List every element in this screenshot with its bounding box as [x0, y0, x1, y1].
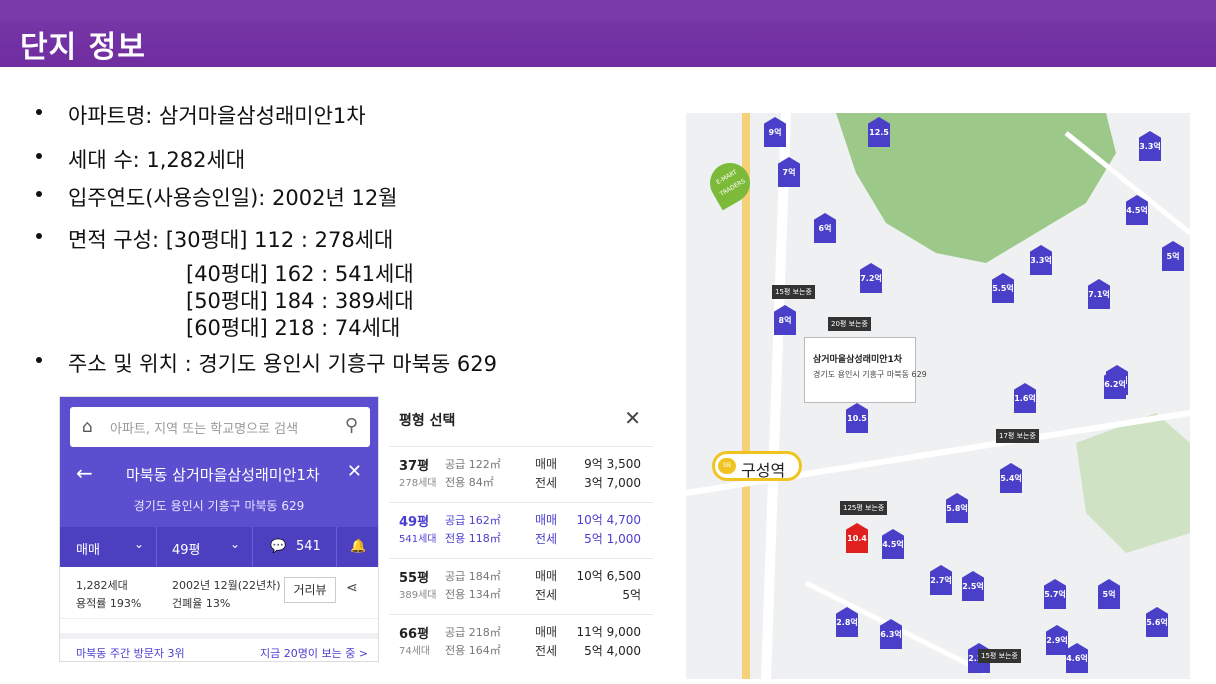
size-exclusive: 전용 84㎡	[445, 476, 494, 489]
area-row-50: [50평대] 184 : 389세대	[186, 289, 414, 313]
bullet-dot	[36, 233, 42, 239]
size-row-selected[interactable]: 49평 공급 162㎡ 541세대 전용 118㎡ 매매 전세 10억 4,70…	[389, 502, 653, 558]
station-label[interactable]: SB 구성역	[712, 451, 802, 481]
map-callout[interactable]: 삼거마을삼성래미안1차 경기도 용인시 기흥구 마북동 629	[804, 337, 927, 403]
sale-price: 10억 6,500	[576, 569, 641, 583]
filter-size[interactable]: 49평	[172, 539, 201, 558]
size-pyeong: 55평	[399, 571, 430, 586]
chevron-down-icon[interactable]: ⌄	[134, 537, 144, 551]
apt-address: 경기도 용인시 기흥구 마북동 629	[133, 499, 305, 513]
station-name: 구성역	[741, 461, 786, 480]
search-icon[interactable]: ⚲	[345, 415, 358, 436]
sale-label: 매매	[535, 569, 558, 583]
size-hh: 278세대	[399, 478, 437, 489]
jeonse-label: 전세	[535, 532, 558, 546]
size-row[interactable]: 66평 공급 218㎡ 74세대 전용 164㎡ 매매 전세 11억 9,000…	[389, 614, 653, 670]
divider	[336, 527, 337, 567]
jeonse-label: 전세	[535, 476, 558, 490]
apt-name-text: 아파트명: 삼거마을삼성래미안1차	[68, 104, 366, 128]
divider	[252, 527, 253, 567]
size-row[interactable]: 37평 공급 122㎡ 278세대 전용 84㎡ 매매 전세 9억 3,500 …	[389, 446, 653, 502]
apt-summary: 1,282세대 용적률 193% 2002년 12월(22년차) 건폐율 13%…	[60, 567, 378, 619]
visitor-bar: 마북동 주간 방문자 3위 지금 20명이 보는 중 >	[60, 633, 378, 661]
viewing-now-link[interactable]: 지금 20명이 보는 중 >	[260, 645, 368, 661]
sale-label: 매매	[535, 625, 558, 639]
close-icon[interactable]: ✕	[624, 406, 641, 430]
viewing-tag: 17평 보는중	[996, 429, 1039, 443]
size-hh: 541세대	[399, 534, 437, 545]
header-band	[0, 0, 1216, 20]
viewing-tag: 15평 보는중	[978, 649, 1021, 663]
hh-count: 1,282세대	[76, 579, 128, 592]
size-pyeong: 37평	[399, 459, 430, 474]
search-bar[interactable]: ⌂ 아파트, 지역 또는 학교명으로 검색 ⚲	[70, 407, 370, 447]
filter-trade[interactable]: 매매	[76, 539, 100, 558]
sale-label: 매매	[535, 457, 558, 471]
built-year: 2002년 12월(22년차)	[172, 579, 281, 592]
slide-title: 단지 정보	[20, 30, 146, 65]
chevron-down-icon[interactable]: ⌄	[230, 537, 240, 551]
size-hh: 389세대	[399, 590, 437, 601]
area-row-40: [40평대] 162 : 541세대	[186, 262, 414, 286]
size-select-panel: 평형 선택 ✕ 37평 공급 122㎡ 278세대 전용 84㎡ 매매 전세 9…	[389, 396, 653, 666]
comment-count[interactable]: 541	[296, 539, 321, 554]
search-input[interactable]: 아파트, 지역 또는 학교명으로 검색	[110, 418, 298, 437]
home-icon[interactable]: ⌂	[82, 417, 93, 437]
jeonse-label: 전세	[535, 644, 558, 658]
far: 용적률 193%	[76, 597, 142, 610]
size-exclusive: 전용 134㎡	[445, 588, 501, 601]
size-pyeong: 66평	[399, 627, 430, 642]
viewing-tag: 20평 보는중	[828, 317, 871, 331]
back-arrow-icon[interactable]: ←	[76, 461, 93, 485]
sale-label: 매매	[535, 513, 558, 527]
jeonse-price: 5억 4,000	[584, 644, 641, 658]
app-header: ⌂ 아파트, 지역 또는 학교명으로 검색 ⚲ ← 마북동 삼거마을삼성래미안1…	[60, 397, 378, 527]
location-map[interactable]: E-MART TRADERS 삼거마을삼성래미안1차 경기도 용인시 기흥구 마…	[686, 113, 1190, 679]
subway-icon: SB	[718, 458, 736, 474]
bullet-dot	[36, 109, 42, 115]
size-supply: 공급 218㎡	[445, 626, 501, 639]
address-text: 주소 및 위치 : 경기도 용인시 기흥구 마북동 629	[68, 352, 497, 376]
bullet-dot	[36, 357, 42, 363]
divider	[156, 527, 157, 567]
panel-title: 평형 선택	[399, 413, 456, 429]
area-row-60: [60평대] 218 : 74세대	[186, 316, 401, 340]
visitor-rank: 마북동 주간 방문자 3위	[76, 647, 185, 660]
jeonse-label: 전세	[535, 588, 558, 602]
size-exclusive: 전용 164㎡	[445, 644, 501, 657]
size-hh: 74세대	[399, 646, 431, 657]
size-row[interactable]: 55평 공급 184㎡ 389세대 전용 134㎡ 매매 전세 10억 6,50…	[389, 558, 653, 614]
bullet-dot	[36, 153, 42, 159]
size-pyeong: 49평	[399, 515, 430, 530]
sale-price: 10억 4,700	[576, 513, 641, 527]
bell-icon[interactable]: 🔔	[350, 539, 366, 554]
street-view-button[interactable]: 거리뷰	[284, 577, 336, 603]
jeonse-price: 5억	[622, 588, 641, 602]
move-in-text: 입주연도(사용승인일): 2002년 12월	[68, 186, 398, 210]
households-text: 세대 수: 1,282세대	[68, 148, 246, 172]
real-estate-app-panel: ⌂ 아파트, 지역 또는 학교명으로 검색 ⚲ ← 마북동 삼거마을삼성래미안1…	[59, 396, 379, 662]
apt-title: 마북동 삼거마을삼성래미안1차	[126, 466, 320, 484]
jeonse-price: 5억 1,000	[584, 532, 641, 546]
sale-price: 11억 9,000	[576, 625, 641, 639]
sale-price: 9억 3,500	[584, 457, 641, 471]
size-exclusive: 전용 118㎡	[445, 532, 501, 545]
filter-bar: 매매 ⌄ 49평 ⌄ 💬 541 🔔	[60, 527, 378, 567]
slide-header: 단지 정보	[0, 0, 1216, 67]
viewing-tag: 125평 보는중	[840, 501, 888, 515]
share-icon[interactable]: ⋖	[346, 580, 358, 596]
viewing-tag: 15평 보는중	[772, 285, 815, 299]
comment-icon[interactable]: 💬	[270, 539, 286, 554]
callout-address: 경기도 용인시 기흥구 마북동 629	[813, 370, 927, 379]
area-head-text: 면적 구성: [30평대] 112 : 278세대	[68, 228, 394, 252]
size-supply: 공급 122㎡	[445, 458, 501, 471]
jeonse-price: 3억 7,000	[584, 476, 641, 490]
bcr: 건폐율 13%	[172, 597, 231, 610]
bullet-dot	[36, 191, 42, 197]
callout-title: 삼거마을삼성래미안1차	[813, 355, 903, 365]
size-supply: 공급 162㎡	[445, 514, 501, 527]
close-icon[interactable]: ✕	[347, 461, 362, 482]
size-supply: 공급 184㎡	[445, 570, 501, 583]
